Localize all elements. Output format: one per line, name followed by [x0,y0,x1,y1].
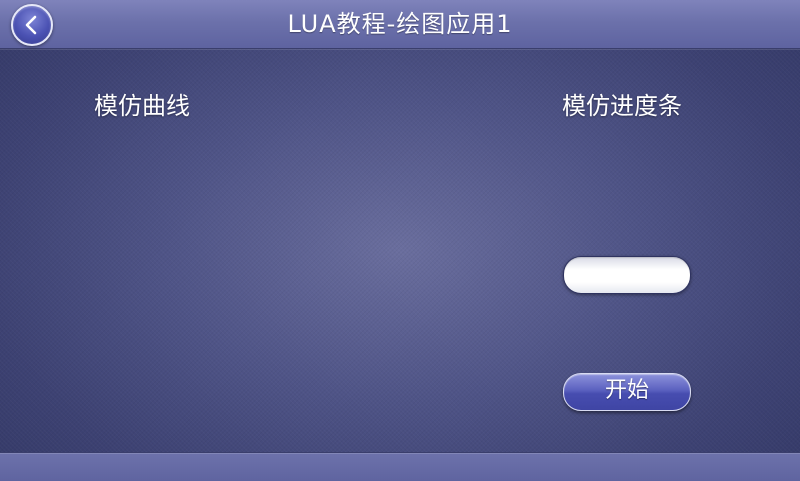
progress-bar [563,256,691,294]
title-bar: LUA教程-绘图应用1 [0,0,800,49]
page-title: LUA教程-绘图应用1 [287,10,513,38]
curve-drawing-area [40,130,500,430]
chevron-left-icon [25,15,37,35]
footer-bar [0,452,800,481]
back-button[interactable] [11,4,53,46]
app-screen: LUA教程-绘图应用1 模仿曲线 模仿进度条 开始 [0,0,800,481]
curve-section-label: 模仿曲线 [94,92,190,120]
start-button[interactable]: 开始 [563,373,691,411]
progress-section-label: 模仿进度条 [562,92,682,120]
